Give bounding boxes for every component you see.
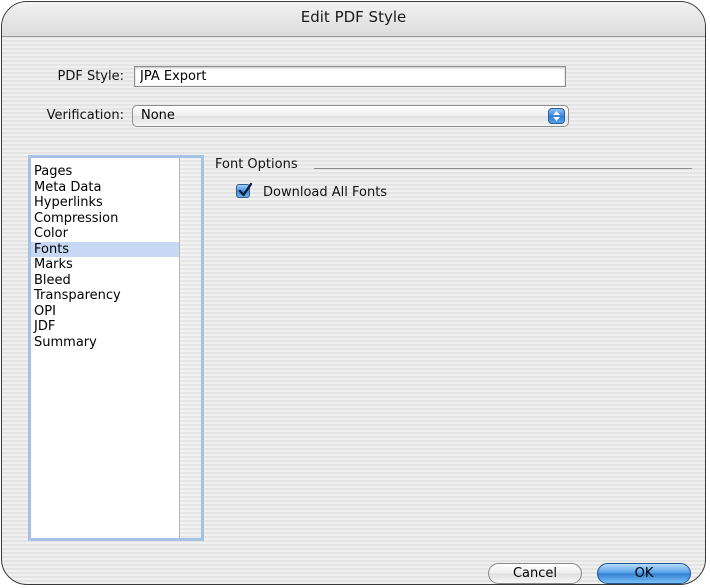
title-bar[interactable]: Edit PDF Style — [2, 2, 705, 37]
list-item-meta-data[interactable]: Meta Data — [31, 180, 181, 196]
verification-select-value: None — [141, 108, 175, 123]
updown-arrows-icon — [548, 108, 565, 124]
list-item-color[interactable]: Color — [31, 226, 181, 242]
list-item-transparency[interactable]: Transparency — [31, 288, 181, 304]
list-item-bleed[interactable]: Bleed — [31, 273, 181, 289]
download-all-fonts-checkbox[interactable] — [236, 182, 252, 198]
pdf-style-label: PDF Style: — [57, 69, 125, 84]
list-item-marks[interactable]: Marks — [31, 257, 181, 273]
list-scrollbar[interactable] — [179, 158, 201, 538]
edit-pdf-style-dialog: Edit PDF Style PDF Style: Verification: … — [1, 1, 706, 585]
category-list-items: Pages Meta Data Hyperlinks Compression C… — [31, 158, 181, 538]
ok-button[interactable]: OK — [597, 563, 691, 584]
verification-select[interactable]: None — [132, 105, 569, 127]
pdf-style-input[interactable] — [134, 66, 566, 87]
list-item-fonts[interactable]: Fonts — [31, 241, 181, 257]
checkmark-icon — [238, 182, 252, 197]
list-item-summary[interactable]: Summary — [31, 335, 181, 351]
group-divider — [314, 168, 692, 169]
list-item-opi[interactable]: OPI — [31, 304, 181, 320]
settings-category-list[interactable]: Pages Meta Data Hyperlinks Compression C… — [28, 155, 204, 541]
list-item-compression[interactable]: Compression — [31, 211, 181, 227]
list-item-jdf[interactable]: JDF — [31, 319, 181, 335]
download-all-fonts-label[interactable]: Download All Fonts — [263, 185, 387, 200]
list-item-pages[interactable]: Pages — [31, 164, 181, 180]
list-item-hyperlinks[interactable]: Hyperlinks — [31, 195, 181, 211]
cancel-button[interactable]: Cancel — [488, 563, 582, 584]
font-options-group-title: Font Options — [215, 157, 298, 172]
verification-label: Verification: — [46, 108, 124, 123]
dialog-title: Edit PDF Style — [300, 8, 407, 26]
